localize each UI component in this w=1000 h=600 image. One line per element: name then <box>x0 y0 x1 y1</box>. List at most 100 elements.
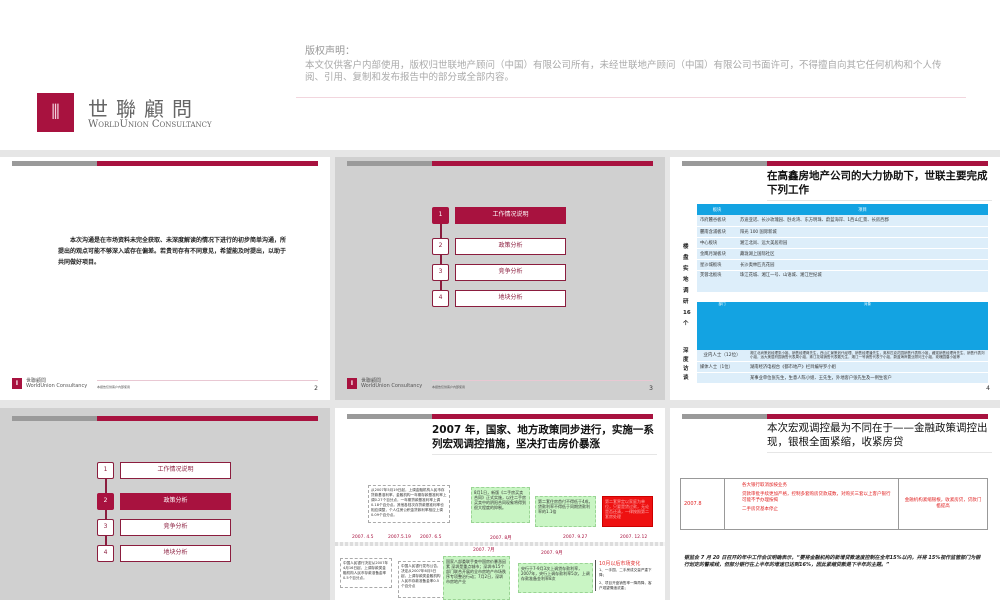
page-number: 2 <box>314 385 318 392</box>
toc-item-2[interactable]: 2 政策分析 <box>97 493 231 510</box>
table-row: 星沙城板块 长沙奥林匹克花园 <box>697 259 988 271</box>
footer-line <box>432 380 653 381</box>
timeline-box: 8月1日，新版《二手房买卖合同》正式实施，以往二手房买卖中的阴阳合同现象将得到很… <box>471 487 530 523</box>
section-label-interviews: 深度访谈 <box>683 348 689 381</box>
toc-item-4[interactable]: 4 地块分析 <box>97 545 231 562</box>
footer-note: 本报告仅供客户内部使用 <box>97 385 131 389</box>
toc-num: 2 <box>432 238 449 255</box>
page-number: 4 <box>986 385 990 392</box>
toc-item-3[interactable]: 3 竞争分析 <box>97 519 231 536</box>
timeline-box: 从2007年5月19日起，上调金融机构人民币存贷款基准利率，金融机构一年期存款基… <box>368 485 450 523</box>
cell: 媒体人士（1位） <box>697 361 747 373</box>
toc-item-1[interactable]: 1 工作情况说明 <box>97 462 231 479</box>
logo-en: WorldUnion Consultancy <box>88 119 212 130</box>
worldunion-logo-icon: ⦀ <box>37 93 74 132</box>
toc-item-3[interactable]: 3 竞争分析 <box>432 264 566 281</box>
policy-conclusion: 金融机构紧缩银根，收紧房贷，贷款门槛提高 <box>904 498 982 509</box>
footer-logo: ⦀ 世聯顧問 WorldUnion Consultancy <box>12 378 87 389</box>
divider <box>296 97 966 98</box>
policy-table: 2007.8 各大银行取消加按业务 贷款审批手续更加严格，控制多套购房贷款成数，… <box>680 478 988 530</box>
timeline-box: 中国人民银行发布公告，决定从2007年6月5日起，上调存款类金融机构人民币存款准… <box>398 561 445 598</box>
footer-line <box>97 380 318 381</box>
cell: 湘江北尚策划经理张小姐、销售经理蒋先生，西山汇景策划代经理、销售经理潘先生，奥林… <box>747 350 988 362</box>
cell: 藏珑湖上国际社区 <box>737 248 988 260</box>
toc-label: 政策分析 <box>455 238 566 255</box>
slide-3-thumbnail[interactable]: 1 工作情况说明 2 政策分析 3 竞争分析 4 地块分析 ⦀ 世聯顧問 WorldUnio… <box>335 157 665 400</box>
cell: 湘江北尚、远大美居府园 <box>737 237 988 249</box>
copyright-text: 本文仅供客户内部使用，版权归世联地产顾问（中国）有限公司所有，未经世联地产顾问（… <box>305 60 942 83</box>
timeline-date: 2007. 9月 <box>541 551 563 556</box>
timeline-date: 2007. 6.5 <box>420 535 442 540</box>
logo-icon: ⦀ <box>347 378 357 389</box>
slide-2-thumbnail[interactable]: 本次沟通是在市场资料未完全获取、未深度解读的情况下进行的初步简单沟通，所提出的观… <box>0 157 330 400</box>
toc-label: 地块分析 <box>120 545 231 562</box>
table-row: 某事业单位张先生，生意人陈小姐、王先生，外地客户张先生及一例生客户 <box>697 372 988 384</box>
timeline-date: 2007.5.19 <box>388 535 411 540</box>
toc-label: 竞争分析 <box>455 264 566 281</box>
table-row: 业内人士（12位） 湘江北尚策划经理张小姐、销售经理蒋先生，西山汇景策划代经理、销… <box>697 350 988 362</box>
slide-6-thumbnail[interactable]: 2007 年，国家、地方政策同步进行，实施一系列宏观调控措施，坚决打击房价暴涨 … <box>335 408 665 600</box>
column-header: 部门 <box>697 302 747 350</box>
regulator-quote: 银监会 7 月 20 日召开的年中工作会议明确表示，“要将金融机构的新增贷款速度… <box>684 555 981 568</box>
column-header: 项目 <box>737 204 988 215</box>
timeline-box: 国家八部委联手查中国房价暴涨因素 深圳是重点城市；深圳市15个部门联合开展的全市… <box>443 556 510 600</box>
header-bar <box>12 416 318 421</box>
toc-connector <box>440 223 442 298</box>
timeline-date: 2007. 12.12 <box>620 535 648 540</box>
market-change-item: 2、项目开盘销售率一降再降，客户观望情绪浓重； <box>599 581 652 590</box>
cell: 市府麓谷板块 <box>697 215 737 227</box>
column-header: 板块 <box>697 204 737 215</box>
toc-item-2[interactable]: 2 政策分析 <box>432 238 566 255</box>
toc-item-4[interactable]: 4 地块分析 <box>432 290 566 307</box>
header-bar <box>347 161 653 166</box>
cell: 阳光 100 国际新城 <box>737 226 988 238</box>
toc-num: 3 <box>432 264 449 281</box>
disclaimer-text: 本次沟通是在市场资料未完全获取、未深度解读的情况下进行的初步简单沟通，所提出的观… <box>58 237 287 266</box>
toc-num: 2 <box>97 493 114 510</box>
table-row: 媒体人士（1位） 湖南经济电视台《都市地产》栏目编导罗小姐 <box>697 361 988 373</box>
timeline-axis <box>335 542 665 546</box>
footer-note: 本报告仅供客户内部使用 <box>432 385 466 389</box>
slide-4-thumbnail[interactable]: 在高鑫房地产公司的大力协助下，世联主要完成下列工作 楼盘实地调研16个 板块 项目… <box>670 157 1000 400</box>
timeline-box: 央行于7-9月3次上调贷存款利率，2007年，央行上调存款利率5次，上调存款准备… <box>518 563 593 593</box>
slide-5-thumbnail[interactable]: 1 工作情况说明 2 政策分析 3 竞争分析 4 地块分析 <box>0 408 330 600</box>
cell: 中心板块 <box>697 237 737 249</box>
cell: 芙蓉北板块 <box>697 270 737 293</box>
timeline-date: 2007. 4.5 <box>352 535 374 540</box>
header-bar <box>12 161 318 166</box>
toc-label: 地块分析 <box>455 290 566 307</box>
slide-7-thumbnail[interactable]: 本次宏观调控最为不同在于——金融政策调控出现，银根全面紧缩，收紧房贷 2007.… <box>670 408 1000 600</box>
slide-title: 本次宏观调控最为不同在于——金融政策调控出现，银根全面紧缩，收紧房贷 <box>767 421 992 453</box>
cell: 长沙奥林匹克花园 <box>737 259 988 271</box>
timeline-box: 第二套住房首付不得低于4成，贷款利率不得低于同期贷款利率的1.1倍 <box>535 496 596 527</box>
logo-en: WorldUnion Consultancy <box>361 382 423 389</box>
table-row: 芙蓉北板块 珠江花城、湘江一号、山语城、湘江世纪城 <box>697 270 988 293</box>
toc-num: 3 <box>97 519 114 536</box>
toc-item-1[interactable]: 1 工作情况说明 <box>432 207 566 224</box>
cell: 某事业单位张先生，生意人陈小姐、王先生，外地客户张先生及一例生客户 <box>747 372 988 384</box>
market-change-item: 1、一手园、二手房成交量严重下降； <box>599 568 652 577</box>
table-row: 中心板块 湘江北尚、远大美居府园 <box>697 237 988 249</box>
toc-num: 1 <box>432 207 449 224</box>
page-number: 3 <box>649 385 653 392</box>
policy-bullets: 各大银行取消加按业务 贷款审批手续更加严格，控制多套购房贷款成数，对购买三套以上… <box>725 479 899 529</box>
toc-label: 工作情况说明 <box>120 462 231 479</box>
footer-logo: ⦀ 世聯顧問 WorldUnion Consultancy <box>347 378 422 389</box>
logo-icon: ⦀ <box>12 378 22 389</box>
market-change-panel: 10月以后市场变化 1、一手园、二手房成交量严重下降； 2、项目开盘销售率一降再… <box>595 560 655 591</box>
cell: 业内人士（12位） <box>697 350 747 362</box>
toc-label: 竞争分析 <box>120 519 231 536</box>
toc-num: 4 <box>432 290 449 307</box>
slide-1-thumbnail[interactable]: 版权声明： 本文仅供客户内部使用，版权归世联地产顾问（中国）有限公司所有，未经世… <box>0 0 1000 150</box>
header-bar <box>682 414 988 419</box>
timeline-date: 2007. 7月 <box>473 548 495 553</box>
copyright-heading: 版权声明： <box>305 46 355 57</box>
section-label-survey: 楼盘实地调研16个 <box>683 244 691 327</box>
timeline-box: 中国人民银行决定从2007年4月16日起，上调存款类金融机构人民币存款准备金率0… <box>340 558 392 588</box>
policy-date: 2007.8 <box>681 479 725 529</box>
toc-label: 政策分析 <box>120 493 231 510</box>
toc-num: 1 <box>97 462 114 479</box>
survey-table: 板块 项目 市府麓谷板块 苏迪亚诺、长沙玫瑰园、卧龙湾、东方明珠、蔚蓝海岸、1西山汇… <box>697 204 988 293</box>
cell: 珠江花城、湘江一号、山语城、湘江世纪城 <box>737 270 988 293</box>
slide-title: 2007 年，国家、地方政策同步进行，实施一系列宏观调控措施，坚决打击房价暴涨 <box>432 423 657 455</box>
